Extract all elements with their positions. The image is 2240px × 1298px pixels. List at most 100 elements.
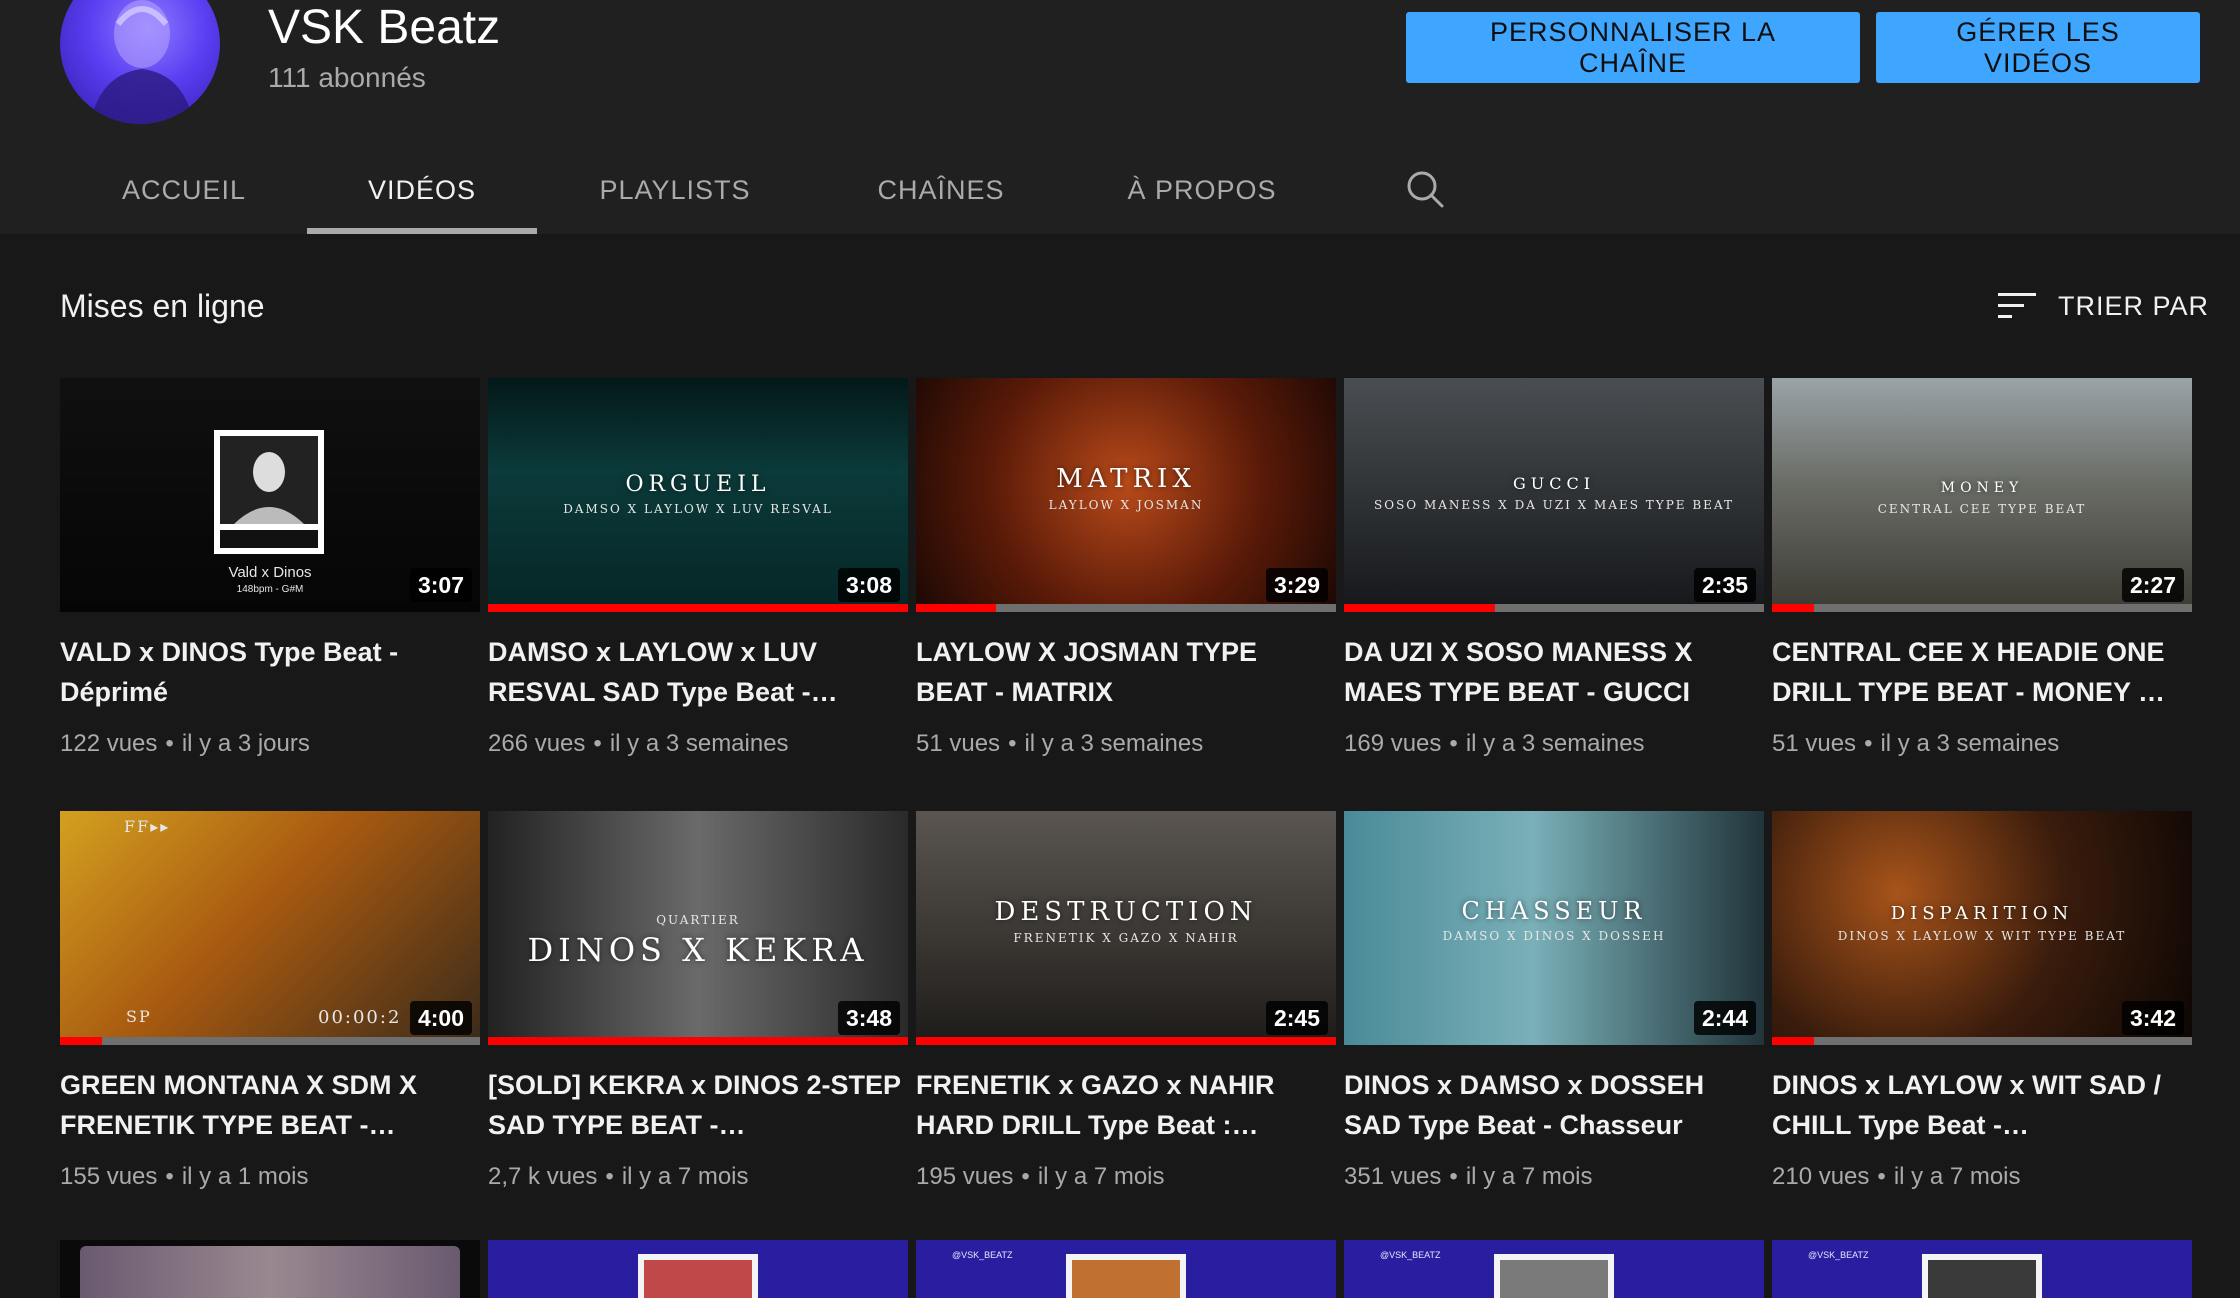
video-thumbnail[interactable]: GUCCI SOSO MANESS X DA UZI X MAES TYPE BE…: [1344, 378, 1764, 612]
video-metadata: 2,7 k vues • il y a 7 mois: [488, 1161, 908, 1193]
video-card[interactable]: DESTRUCTION FRENETIK X GAZO X NAHIR 2:45 FR…: [916, 811, 1336, 1193]
view-count: 210 vues: [1772, 1163, 1870, 1190]
thumbnail-caption: MONEY: [1940, 480, 2024, 496]
upload-age: il y a 3 jours: [181, 730, 310, 757]
video-card[interactable]: DINOS X KEKRA QUARTIER 3:48 [SOLD] KEKRA x …: [488, 811, 908, 1193]
watch-progress-bar: [1344, 604, 1764, 612]
video-card[interactable]: DISPARITION DINOS X LAYLOW X WIT TYPE BEA…: [1772, 811, 2192, 1193]
video-metadata: 195 vues • il y a 7 mois: [916, 1161, 1336, 1193]
video-thumbnail[interactable]: DESTRUCTION FRENETIK X GAZO X NAHIR 2:45: [916, 811, 1336, 1045]
sort-icon: [1998, 293, 2036, 318]
channel-header: VSK Beatz 111 abonnés PERSONNALISER LA C…: [0, 0, 2240, 234]
thumbnail-subcaption: FF▸▸: [124, 817, 171, 836]
video-thumbnail[interactable]: Vald x Dinos 148bpm - G#M 3:07: [60, 378, 480, 612]
video-duration: 2:44: [1693, 1001, 1756, 1035]
subscriber-count: 111 abonnés: [268, 62, 426, 93]
video-title[interactable]: DA UZI X SOSO MANESS X MAES TYPE BEAT - …: [1344, 632, 1764, 712]
thumbnail-subcaption: SOSO MANESS X DA UZI X MAES TYPE BEAT: [1374, 498, 1734, 512]
thumbnail-handle: @VSK_BEATZ: [1380, 1250, 1441, 1260]
customize-channel-button[interactable]: PERSONNALISER LA CHAÎNE: [1406, 12, 1860, 83]
upload-age: il y a 3 semaines: [1024, 730, 1204, 757]
video-card[interactable]: Vald x Dinos 148bpm - G#M 3:07 VALD x DINOS…: [60, 378, 480, 760]
video-thumbnail-partial[interactable]: [60, 1240, 480, 1298]
thumbnail-image: [80, 1246, 460, 1298]
video-thumbnail[interactable]: DINOS X KEKRA QUARTIER 3:48: [488, 811, 908, 1045]
video-duration: 3:29: [1265, 568, 1328, 602]
video-thumbnail-partial[interactable]: @VSK_BEATZ: [916, 1240, 1336, 1298]
thumbnail-subcaption: LAYLOW X JOSMAN: [1048, 498, 1204, 512]
separator-dot: •: [165, 1163, 174, 1190]
thumbnail-subcaption: SP: [126, 1007, 152, 1026]
upload-age: il y a 7 mois: [1893, 1163, 2021, 1190]
video-card[interactable]: ORGUEIL DAMSO X LAYLOW X LUV RESVAL 3:08 DA…: [488, 378, 908, 760]
video-title[interactable]: CENTRAL CEE X HEADIE ONE DRILL TYPE BEAT…: [1772, 632, 2192, 712]
upload-age: il y a 7 mois: [1037, 1163, 1165, 1190]
view-count: 266 vues: [488, 730, 586, 757]
video-card[interactable]: MATRIX LAYLOW X JOSMAN 3:29 LAYLOW X JOSMAN…: [916, 378, 1336, 760]
video-card[interactable]: GUCCI SOSO MANESS X DA UZI X MAES TYPE BE…: [1344, 378, 1764, 760]
video-title[interactable]: DAMSO x LAYLOW x LUV RESVAL SAD Type Bea…: [488, 632, 908, 712]
video-card[interactable]: FF▸▸ SP 00:00:2 4:00 GREEN MONTANA X SDM X F…: [60, 811, 480, 1193]
upload-age: il y a 3 semaines: [1880, 730, 2060, 757]
watch-progress-bar: [916, 604, 1336, 612]
thumbnail-timecode: 00:00:2: [318, 1007, 402, 1028]
video-title[interactable]: VALD x DINOS Type Beat - Déprimé: [60, 632, 480, 712]
separator-dot: •: [1449, 1163, 1458, 1190]
video-metadata: 266 vues • il y a 3 semaines: [488, 728, 908, 760]
watch-progress-fill: [916, 1037, 1336, 1045]
view-count: 195 vues: [916, 1163, 1014, 1190]
thumbnail-image: [1494, 1254, 1614, 1298]
manage-videos-button[interactable]: GÉRER LES VIDÉOS: [1876, 12, 2200, 83]
video-duration: 3:08: [837, 568, 900, 602]
thumbnail-subcaption: DAMSO X LAYLOW X LUV RESVAL: [563, 502, 833, 516]
watch-progress-bar: [1772, 604, 2192, 612]
upload-age: il y a 1 mois: [181, 1163, 309, 1190]
video-card[interactable]: MONEY CENTRAL CEE TYPE BEAT 2:27 CENTRAL CE…: [1772, 378, 2192, 760]
video-duration: 2:45: [1265, 1001, 1328, 1035]
tab-a-propos[interactable]: À PROPOS: [1069, 146, 1335, 234]
thumbnail-subcaption: DINOS X LAYLOW X WIT TYPE BEAT: [1837, 929, 2127, 943]
view-count: 51 vues: [916, 730, 1001, 757]
tab-playlists[interactable]: PLAYLISTS: [537, 146, 813, 234]
channel-avatar[interactable]: [60, 0, 220, 124]
video-title[interactable]: DINOS x LAYLOW x WIT SAD / CHILL Type Be…: [1772, 1065, 2192, 1145]
sort-button[interactable]: TRIER PAR: [1996, 282, 2209, 330]
thumbnail-caption: ORGUEIL: [625, 472, 771, 497]
video-thumbnail[interactable]: ORGUEIL DAMSO X LAYLOW X LUV RESVAL 3:08: [488, 378, 908, 612]
watch-progress-bar: [916, 1037, 1336, 1045]
view-count: 169 vues: [1344, 730, 1442, 757]
watch-progress-bar: [488, 604, 908, 612]
channel-search-icon[interactable]: [1400, 164, 1452, 216]
tab-accueil[interactable]: ACCUEIL: [60, 146, 308, 234]
video-title[interactable]: GREEN MONTANA X SDM X FRENETIK TYPE BEAT…: [60, 1065, 480, 1145]
video-metadata: 351 vues • il y a 7 mois: [1344, 1161, 1764, 1193]
video-thumbnail-partial[interactable]: @VSK_BEATZ: [1344, 1240, 1764, 1298]
upload-age: il y a 3 semaines: [1465, 730, 1645, 757]
view-count: 351 vues: [1344, 1163, 1442, 1190]
separator-dot: •: [1021, 1163, 1030, 1190]
view-count: 2,7 k vues: [488, 1163, 598, 1190]
channel-tabs: ACCUEIL VIDÉOS PLAYLISTS CHAÎNES À PROPO…: [0, 146, 2240, 234]
sort-label: TRIER PAR: [2058, 290, 2210, 321]
video-thumbnail-partial[interactable]: @VSK_BEATZ: [1772, 1240, 2192, 1298]
video-card[interactable]: CHASSEUR DAMSO X DINOS X DOSSEH 2:44 DINOS …: [1344, 811, 1764, 1193]
video-title[interactable]: LAYLOW X JOSMAN TYPE BEAT - MATRIX: [916, 632, 1336, 712]
video-title[interactable]: [SOLD] KEKRA x DINOS 2-STEP SAD TYPE BEA…: [488, 1065, 908, 1145]
tab-videos[interactable]: VIDÉOS: [307, 146, 537, 234]
thumbnail-image: [638, 1254, 758, 1298]
video-title[interactable]: DINOS x DAMSO x DOSSEH SAD Type Beat - C…: [1344, 1065, 1764, 1145]
video-thumbnail[interactable]: MONEY CENTRAL CEE TYPE BEAT 2:27: [1772, 378, 2192, 612]
tab-chaines[interactable]: CHAÎNES: [813, 146, 1069, 234]
video-title[interactable]: FRENETIK x GAZO x NAHIR HARD DRILL Type …: [916, 1065, 1336, 1145]
video-duration: 2:35: [1693, 568, 1756, 602]
thumbnail-handle: @VSK_BEATZ: [1808, 1250, 1869, 1260]
video-metadata: 210 vues • il y a 7 mois: [1772, 1161, 2192, 1193]
video-thumbnail[interactable]: MATRIX LAYLOW X JOSMAN 3:29: [916, 378, 1336, 612]
watch-progress-fill: [60, 1037, 102, 1045]
video-thumbnail[interactable]: FF▸▸ SP 00:00:2 4:00: [60, 811, 480, 1045]
video-thumbnail[interactable]: CHASSEUR DAMSO X DINOS X DOSSEH 2:44: [1344, 811, 1764, 1045]
video-thumbnail[interactable]: DISPARITION DINOS X LAYLOW X WIT TYPE BEA…: [1772, 811, 2192, 1045]
video-duration: 3:07: [409, 568, 472, 602]
thumbnail-caption: DESTRUCTION: [994, 897, 1258, 927]
video-thumbnail-partial[interactable]: @VSK_BEATZ: [488, 1240, 908, 1298]
